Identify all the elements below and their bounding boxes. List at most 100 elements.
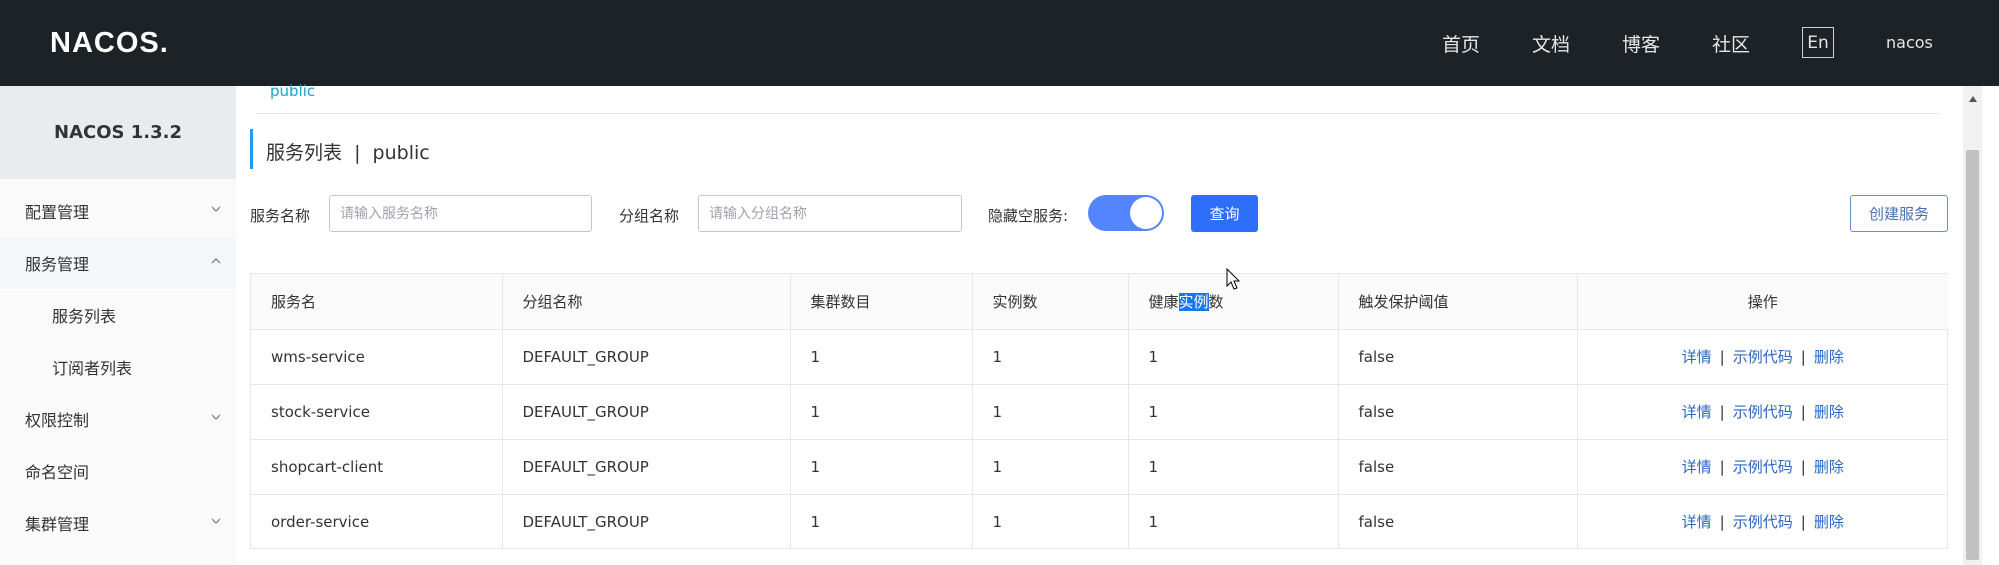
user-name[interactable]: nacos [1886, 33, 1933, 52]
sidebar-item-config-management[interactable]: 配置管理 [0, 185, 236, 237]
scroll-up-arrow-icon[interactable] [1969, 96, 1977, 102]
sample-code-link[interactable]: 示例代码 [1733, 513, 1793, 531]
table-header-row: 服务名 分组名称 集群数目 实例数 健康实例数 触发保护阈值 操作 [251, 274, 1948, 330]
sidebar-item-cluster-management[interactable]: 集群管理 [0, 497, 236, 549]
cell-group-name: DEFAULT_GROUP [502, 384, 791, 440]
group-name-input[interactable] [698, 195, 962, 232]
cell-actions: 详情 | 示例代码 | 删除 [1577, 439, 1948, 495]
table-row: wms-service DEFAULT_GROUP 1 1 1 false 详情… [251, 329, 1948, 385]
sample-code-link[interactable]: 示例代码 [1733, 458, 1793, 476]
table-row: shopcart-client DEFAULT_GROUP 1 1 1 fals… [251, 439, 1948, 495]
cell-protect-threshold: false [1338, 384, 1578, 440]
detail-link[interactable]: 详情 [1682, 403, 1712, 421]
table-row: stock-service DEFAULT_GROUP 1 1 1 false … [251, 384, 1948, 440]
column-header[interactable]: 分组名称 [502, 274, 791, 330]
nacos-logo[interactable]: NACOS. [50, 22, 169, 64]
chevron-down-icon [211, 518, 221, 524]
hide-empty-label: 隐藏空服务: [988, 207, 1069, 225]
cell-service-name: stock-service [251, 384, 503, 440]
sidebar-item-label: 权限控制 [25, 411, 90, 430]
query-button[interactable]: 查询 [1191, 195, 1258, 232]
create-service-button[interactable]: 创建服务 [1850, 195, 1948, 232]
column-header[interactable]: 触发保护阈值 [1338, 274, 1578, 330]
cell-actions: 详情 | 示例代码 | 删除 [1577, 329, 1948, 385]
vertical-scrollbar[interactable] [1963, 86, 1982, 565]
page-title: 服务列表 | public [266, 142, 430, 164]
sidebar-item-subscriber-list[interactable]: 订阅者列表 [0, 341, 236, 393]
cell-group-name: DEFAULT_GROUP [502, 494, 791, 549]
cell-healthy-instances: 1 [1128, 384, 1339, 440]
column-header[interactable]: 集群数目 [790, 274, 973, 330]
delete-link[interactable]: 删除 [1814, 403, 1844, 421]
service-name-label: 服务名称 [250, 207, 311, 225]
cell-protect-threshold: false [1338, 329, 1578, 385]
scrollbar-thumb[interactable] [1966, 150, 1979, 560]
cell-protect-threshold: false [1338, 494, 1578, 549]
cell-instance-count: 1 [972, 384, 1129, 440]
nav-blog[interactable]: 博客 [1622, 30, 1660, 57]
header-text: 数 [1208, 292, 1224, 311]
cell-actions: 详情 | 示例代码 | 删除 [1577, 384, 1948, 440]
table-row: order-service DEFAULT_GROUP 1 1 1 false … [251, 494, 1948, 549]
cell-group-name: DEFAULT_GROUP [502, 329, 791, 385]
separator: | [1719, 403, 1725, 421]
sidebar-item-service-management[interactable]: 服务管理 [0, 237, 236, 289]
chevron-down-icon [211, 414, 221, 420]
version-label: NACOS 1.3.2 [0, 86, 236, 179]
separator: | [1719, 458, 1725, 476]
breadcrumb[interactable]: public [270, 82, 315, 100]
separator: | [1800, 403, 1806, 421]
cell-cluster-count: 1 [790, 494, 973, 549]
cell-service-name: wms-service [251, 329, 503, 385]
separator: | [1800, 458, 1806, 476]
detail-link[interactable]: 详情 [1682, 513, 1712, 531]
service-name-input[interactable] [329, 195, 592, 232]
mouse-cursor-icon [1226, 268, 1241, 290]
divider [256, 113, 1939, 114]
delete-link[interactable]: 删除 [1814, 513, 1844, 531]
group-name-label: 分组名称 [619, 207, 680, 225]
nav-home[interactable]: 首页 [1442, 30, 1480, 57]
cell-cluster-count: 1 [790, 384, 973, 440]
cell-service-name: shopcart-client [251, 439, 503, 495]
sidebar-item-namespace[interactable]: 命名空间 [0, 445, 236, 497]
title-accent-bar [250, 129, 253, 169]
sidebar-item-label: 集群管理 [25, 515, 90, 534]
sidebar-item-label: 服务列表 [52, 307, 117, 326]
separator: | [1719, 348, 1725, 366]
chevron-up-icon [211, 258, 221, 264]
cell-healthy-instances: 1 [1128, 329, 1339, 385]
cell-healthy-instances: 1 [1128, 494, 1339, 549]
sidebar-item-service-list[interactable]: 服务列表 [0, 289, 236, 341]
cell-healthy-instances: 1 [1128, 439, 1339, 495]
cell-service-name: order-service [251, 494, 503, 549]
selected-text: 实例 [1178, 292, 1209, 311]
delete-link[interactable]: 删除 [1814, 348, 1844, 366]
separator: | [1719, 513, 1725, 532]
detail-link[interactable]: 详情 [1682, 458, 1712, 476]
header-text: 健康 [1148, 292, 1179, 311]
column-header[interactable]: 服务名 [251, 274, 503, 330]
nav-docs[interactable]: 文档 [1532, 30, 1570, 57]
top-bar: NACOS. 首页 文档 博客 社区 En nacos [0, 0, 1999, 86]
sidebar-item-access-control[interactable]: 权限控制 [0, 393, 236, 445]
hide-empty-toggle[interactable] [1088, 195, 1164, 231]
cell-instance-count: 1 [972, 439, 1129, 495]
sidebar-item-label: 配置管理 [25, 203, 90, 222]
nav-community[interactable]: 社区 [1712, 30, 1750, 57]
delete-link[interactable]: 删除 [1814, 458, 1844, 476]
sample-code-link[interactable]: 示例代码 [1733, 403, 1793, 421]
language-switch-button[interactable]: En [1802, 27, 1834, 58]
chevron-down-icon [211, 206, 221, 212]
sample-code-link[interactable]: 示例代码 [1733, 348, 1793, 366]
column-header[interactable]: 实例数 [972, 274, 1129, 330]
cell-cluster-count: 1 [790, 329, 973, 385]
cell-instance-count: 1 [972, 329, 1129, 385]
column-header[interactable]: 操作 [1577, 274, 1948, 330]
cell-group-name: DEFAULT_GROUP [502, 439, 791, 495]
main-content: public 服务列表 | public 服务名称 分组名称 隐藏空服务: 查询… [236, 82, 1963, 565]
cell-instance-count: 1 [972, 494, 1129, 549]
detail-link[interactable]: 详情 [1682, 348, 1712, 366]
separator: | [1800, 513, 1806, 532]
sidebar-item-label: 订阅者列表 [52, 359, 133, 378]
